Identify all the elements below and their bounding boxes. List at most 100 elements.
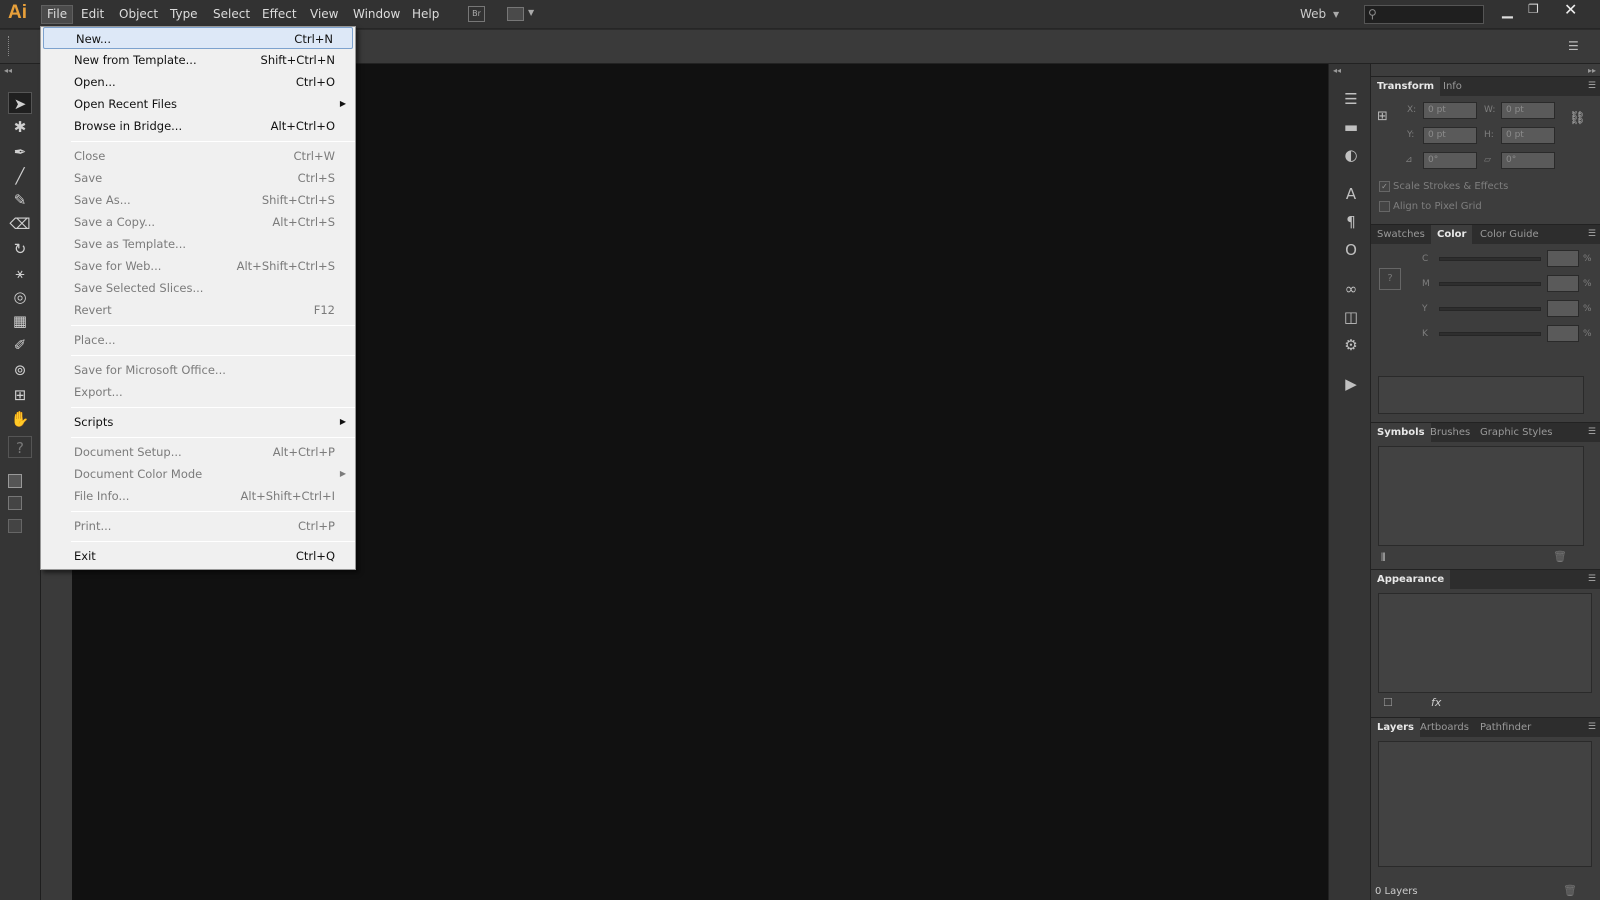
gradient-panel-icon[interactable]: ▬ [1340,116,1362,138]
y-field[interactable]: 0 pt [1423,127,1477,144]
fx-button[interactable]: fx [1431,696,1441,709]
value-c[interactable] [1547,250,1579,267]
tab-symbols[interactable]: Symbols [1371,423,1431,443]
menu-effect[interactable]: Effect [257,5,302,24]
slider-k[interactable] [1439,332,1541,336]
menu-file[interactable]: File [41,5,74,24]
opentype-panel-icon[interactable]: O [1340,239,1362,261]
slider-y[interactable] [1439,307,1541,311]
collapse-icon[interactable]: ◂◂ [4,66,12,75]
selection-tool-icon[interactable]: ➤ [8,92,32,114]
line-tool-icon[interactable]: ╱ [8,165,32,187]
menu-item-browse-in-bridge[interactable]: Browse in Bridge... Alt+Ctrl+O [42,115,354,137]
layers-list[interactable] [1378,741,1592,867]
grip-handle[interactable] [8,36,12,56]
tab-graphic-styles[interactable]: Graphic Styles [1474,423,1558,443]
image-trace-icon[interactable]: ◫ [1340,306,1362,328]
scale-strokes-checkbox[interactable]: ✓ [1379,181,1390,192]
actions-play-icon[interactable]: ▶ [1340,373,1362,395]
character-panel-icon[interactable]: A [1340,183,1362,205]
rotate-field[interactable]: 0° [1423,152,1477,169]
add-stroke-icon[interactable]: ☐ [1383,696,1393,709]
stroke-panel-icon[interactable]: ☰ [1340,88,1362,110]
fill-swatch[interactable] [8,474,22,488]
transparency-panel-icon[interactable]: ◐ [1340,144,1362,166]
tab-pathfinder[interactable]: Pathfinder [1474,718,1537,738]
expand-icon[interactable]: ▸▸ [1588,66,1596,75]
shear-field[interactable]: 0° [1501,152,1555,169]
reference-point-icon[interactable]: ⊞ [1377,109,1395,127]
minimize-icon[interactable]: ▁ [1502,3,1513,19]
help-icon[interactable]: ? [8,436,32,458]
menu-help[interactable]: Help [407,5,444,24]
tab-layers[interactable]: Layers [1371,718,1420,738]
menu-view[interactable]: View [305,5,343,24]
tab-appearance[interactable]: Appearance [1371,570,1451,590]
menu-item-exit[interactable]: Exit Ctrl+Q [42,545,354,567]
delete-layer-icon[interactable]: 🗑 [1563,884,1577,897]
paragraph-panel-icon[interactable]: ¶ [1340,211,1362,233]
color-spectrum[interactable] [1378,376,1584,414]
pen-tool-icon[interactable]: ✒ [8,141,32,163]
mesh-tool-icon[interactable]: ▦ [8,310,32,332]
menu-item-open[interactable]: Open... Ctrl+O [42,71,354,93]
symbols-list[interactable] [1378,446,1584,546]
menu-object[interactable]: Object [114,5,163,24]
panel-menu-icon[interactable]: ☰ [1588,81,1596,91]
magic-wand-icon[interactable]: ✱ [8,116,32,138]
search-input[interactable]: ⚲ [1364,5,1484,24]
width-field[interactable]: 0 pt [1501,102,1555,119]
tab-color-guide[interactable]: Color Guide [1474,225,1545,245]
value-k[interactable] [1547,325,1579,342]
screen-mode-icon[interactable] [8,519,22,533]
panel-menu-icon[interactable]: ☰ [1568,39,1579,53]
panel-menu-icon[interactable]: ☰ [1588,722,1596,732]
height-field[interactable]: 0 pt [1501,127,1555,144]
paintbrush-icon[interactable]: ✎ [8,189,32,211]
tab-transform[interactable]: Transform [1371,77,1441,97]
appearance-list[interactable] [1378,593,1592,693]
fill-stroke-swatch[interactable]: ? [1379,268,1401,290]
draw-mode-icon[interactable] [8,496,22,510]
tab-swatches[interactable]: Swatches [1371,225,1431,245]
workspace-switcher[interactable]: Web [1300,7,1326,21]
expand-icon[interactable]: ◂◂ [1333,66,1341,75]
rotate-tool-icon[interactable]: ↻ [8,238,32,260]
panel-menu-icon[interactable]: ☰ [1588,427,1596,437]
bridge-button[interactable]: Br [468,6,485,22]
value-y[interactable] [1547,300,1579,317]
menu-select[interactable]: Select [208,5,255,24]
tab-color[interactable]: Color [1431,225,1473,245]
close-icon[interactable]: ✕ [1564,0,1577,19]
symbol-sprayer-icon[interactable]: ⊚ [8,359,32,381]
constrain-link-icon[interactable]: ⛓ [1569,111,1586,126]
menu-edit[interactable]: Edit [76,5,109,24]
shape-builder-icon[interactable]: ◎ [8,286,32,308]
menu-item-scripts[interactable]: Scripts ▶ [42,411,354,433]
panel-menu-icon[interactable]: ☰ [1588,574,1596,584]
panel-menu-icon[interactable]: ☰ [1588,229,1596,239]
restore-icon[interactable]: ❐ [1528,2,1539,16]
eraser-icon[interactable]: ⌫ [8,213,32,235]
delete-icon[interactable]: 🗑 [1553,550,1567,563]
slider-c[interactable] [1439,257,1541,261]
menu-window[interactable]: Window [348,5,405,24]
value-m[interactable] [1547,275,1579,292]
settings-icon[interactable]: ⚙ [1340,334,1362,356]
tab-artboards[interactable]: Artboards [1414,718,1475,738]
x-field[interactable]: 0 pt [1423,102,1477,119]
width-tool-icon[interactable]: ⚹ [8,262,32,284]
tab-brushes[interactable]: Brushes [1424,423,1476,443]
align-pixel-checkbox[interactable] [1379,201,1390,212]
links-panel-icon[interactable]: ∞ [1340,278,1362,300]
hand-tool-icon[interactable]: ✋ [8,408,32,430]
artboard-tool-icon[interactable]: ⊞ [8,384,32,406]
symbol-libraries-icon[interactable]: ⫴ [1381,551,1386,565]
tab-info[interactable]: Info [1437,77,1468,97]
arrange-documents-icon[interactable] [507,7,524,21]
slider-m[interactable] [1439,282,1541,286]
menu-item-new-from-template[interactable]: New from Template... Shift+Ctrl+N [42,49,354,71]
menu-item-open-recent-files[interactable]: Open Recent Files ▶ [42,93,354,115]
menu-type[interactable]: Type [165,5,203,24]
menu-item-new[interactable]: New... Ctrl+N [43,27,353,49]
